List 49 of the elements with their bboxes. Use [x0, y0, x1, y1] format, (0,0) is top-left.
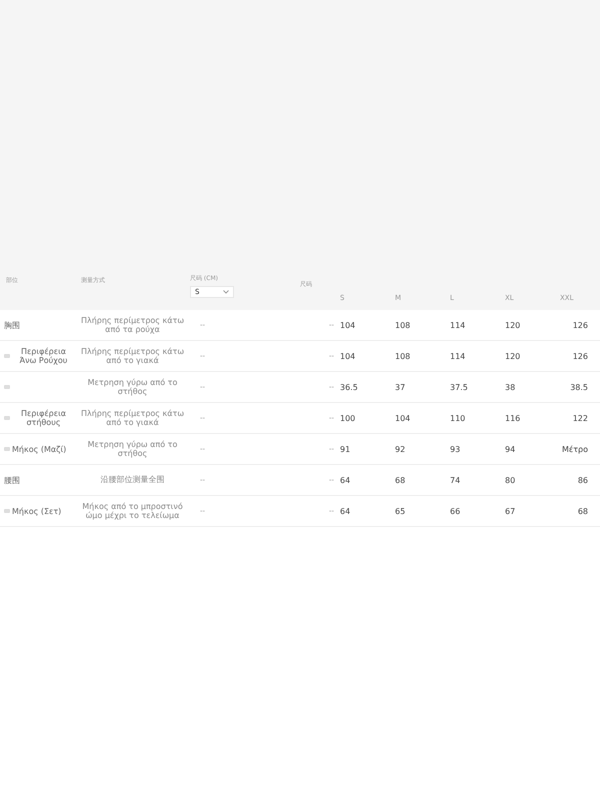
- measurement-description: Πλήρης περίμετρος κάτω από τα ρούχα: [80, 316, 186, 334]
- table-cell-text: 68: [576, 506, 589, 516]
- table-cell-text: 67: [505, 506, 516, 516]
- measurement-description: Πλήρης περίμετρος κάτω από το γιακά: [80, 408, 186, 428]
- table-cell-text: 91: [340, 444, 352, 454]
- table-cell-text: 120: [505, 352, 522, 360]
- measurement-description: Μετρηση γύρω από το στήθος: [86, 440, 178, 458]
- table-cell-text: 68: [395, 476, 406, 484]
- measurement-name: 胸围: [4, 320, 20, 330]
- table-cell-text: 116: [505, 414, 522, 422]
- measurement-description: 沿腰部位测量全围: [100, 475, 166, 485]
- table-cell-text: 80: [505, 476, 516, 484]
- table-cell-text: 92: [395, 444, 406, 454]
- table-cell-text: 37: [395, 382, 406, 392]
- table-cell-text: 38: [505, 382, 516, 392]
- table-cell-text: Μέτρο: [560, 444, 589, 454]
- table-cell-text: 93: [450, 444, 462, 454]
- table-cell-text: 66: [450, 506, 462, 516]
- table-cell-text: 114: [450, 320, 466, 330]
- measurement-name: 腰围: [4, 474, 20, 486]
- table-cell-text: 126: [572, 320, 589, 330]
- measurement-name: Μήκος (Σετ): [12, 506, 62, 516]
- table-cell-text: 114: [450, 352, 466, 360]
- table-cell-text: 108: [395, 320, 412, 330]
- measurement-description: Μετρηση γύρω από το στήθος: [86, 378, 178, 396]
- measurement-name: Μήκος (Μαζί): [12, 444, 66, 454]
- table-cell-text: 108: [395, 352, 412, 360]
- table-cell-text: 104: [395, 414, 412, 422]
- table-cell-text: 104: [340, 352, 356, 360]
- table-cell-text: 74: [450, 476, 462, 484]
- measurement-description: Μήκος από το μπροστινό ώμο μέχρι το τελείωμα: [81, 502, 184, 520]
- table-cell-text: 37.5: [450, 382, 469, 392]
- table-cell-text: 122: [572, 414, 589, 422]
- table-cell-text: 65: [395, 506, 406, 516]
- measurement-name: Περιφέρεια Άνω Ρούχου: [18, 347, 68, 365]
- table-cell-text: 126: [572, 352, 589, 360]
- measurement-description: Πλήρης περίμετρος κάτω από το γιακά: [80, 346, 186, 366]
- table-cell-text: 100: [340, 414, 356, 422]
- table-cell-text: 86: [576, 476, 589, 484]
- chevron-down-icon: [223, 290, 229, 294]
- table-cell-text: 94: [505, 444, 516, 454]
- table-cell-text: 64: [340, 506, 352, 516]
- table-cell-text: 36.5: [340, 382, 359, 392]
- table-cell-text: 104: [340, 320, 356, 330]
- table-cell-text: 120: [505, 320, 522, 330]
- table-cell-text: 110: [450, 414, 466, 422]
- table-cell-text: 64: [340, 476, 352, 484]
- measurement-name: Περιφέρεια στήθους: [20, 409, 68, 427]
- table-cell-text: 38.5: [569, 382, 589, 392]
